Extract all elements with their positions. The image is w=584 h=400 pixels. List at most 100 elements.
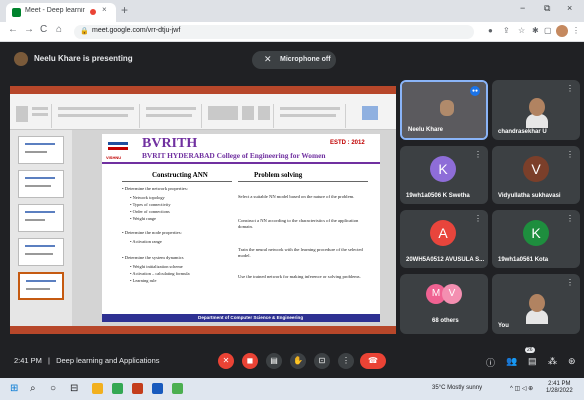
- more-options-icon[interactable]: ⋮: [474, 150, 482, 159]
- participant-tile[interactable]: V ⋮ Vidyullatha sukhavasi: [492, 146, 580, 204]
- more-options-icon[interactable]: ⋮: [566, 150, 574, 159]
- left-subbullet: • Weight range: [130, 216, 156, 221]
- participant-face: [440, 100, 454, 116]
- chat-icon[interactable]: ▤: [528, 356, 537, 367]
- home-button[interactable]: ⌂: [56, 24, 62, 35]
- app-icon[interactable]: [172, 383, 183, 394]
- left-subbullet: • Activation – calculating formula: [130, 271, 190, 276]
- left-heading: Constructing ANN: [152, 171, 208, 179]
- left-subbullet: • Activation range: [130, 239, 162, 244]
- file-explorer-icon[interactable]: [92, 383, 103, 394]
- more-options-icon[interactable]: ⋮: [566, 84, 574, 93]
- present-button[interactable]: ⊡: [314, 353, 330, 369]
- share-icon[interactable]: ⇪: [503, 26, 510, 35]
- sidebar-icon[interactable]: ▢: [544, 26, 552, 35]
- ppt-ribbon-group: [276, 104, 346, 128]
- more-options-button[interactable]: ⋮: [338, 353, 354, 369]
- slide-divider: [102, 162, 380, 164]
- left-subbullet: • Learning rule: [130, 278, 157, 283]
- ppt-ribbon-group: [142, 104, 202, 128]
- forward-button[interactable]: →: [24, 24, 34, 35]
- captions-button[interactable]: ▤: [266, 353, 282, 369]
- window-close-button[interactable]: ×: [567, 3, 572, 13]
- participant-avatar: V: [523, 156, 549, 182]
- window-restore-button[interactable]: ⧉: [544, 3, 550, 14]
- ppt-ribbon: [10, 94, 396, 130]
- people-icon[interactable]: 👥: [506, 356, 517, 367]
- participant-name: chandrasekhar U: [498, 129, 547, 135]
- taskbar-clock[interactable]: 2:41 PM 1/28/2022: [546, 381, 573, 395]
- widgets-icon[interactable]: ⊟: [70, 383, 78, 394]
- back-button[interactable]: ←: [8, 24, 18, 35]
- search-icon[interactable]: ⌕: [30, 383, 36, 394]
- extensions-icon[interactable]: ✱: [532, 26, 539, 35]
- participant-name: 20WH5A0512 AVUSULA S...: [406, 257, 485, 263]
- ppt-slide-thumbnails: [10, 130, 72, 326]
- left-subbullet: • Network topology: [130, 195, 165, 200]
- activities-icon[interactable]: ⁂: [548, 356, 557, 367]
- meeting-details-icon[interactable]: ⓘ: [486, 356, 495, 369]
- bookmark-icon[interactable]: ☆: [518, 26, 525, 35]
- chrome-icon[interactable]: [112, 383, 123, 394]
- right-paragraph: Use the trained network for making infer…: [238, 274, 361, 279]
- participant-avatar: K: [523, 220, 549, 246]
- left-subbullet: • Order of connections: [130, 209, 170, 214]
- participant-tile[interactable]: A ⋮ 20WH5A0512 AVUSULA S...: [400, 210, 488, 268]
- participant-tile[interactable]: K ⋮ 19wh1a0506 K Swetha: [400, 146, 488, 204]
- mic-toggle-button[interactable]: ✕: [218, 353, 234, 369]
- slide-thumbnail[interactable]: [18, 238, 64, 266]
- participant-tile[interactable]: ●● Neelu Khare: [400, 80, 488, 140]
- participant-avatar: A: [430, 220, 456, 246]
- others-tile[interactable]: M V 68 others: [400, 274, 488, 334]
- meeting-time: 2:41 PM: [14, 356, 42, 365]
- shared-screen: VISHNU BVRITH BVRIT HYDERABAD College of…: [10, 86, 396, 334]
- task-view-icon[interactable]: ○: [50, 383, 56, 394]
- system-tray-icons[interactable]: ^ ◫ ◁ ⊕: [510, 385, 533, 392]
- participant-name: Vidyullatha sukhavasi: [498, 193, 561, 199]
- self-tile[interactable]: ⋮ You: [492, 274, 580, 334]
- browser-tab-bar: Meet - Deep learning and × + − ⧉ ×: [0, 0, 584, 22]
- ppt-status-bar: [10, 326, 396, 334]
- address-bar-row: ← → C ⌂ 🔒 meet.google.com/vrr-dtju-jwf ●…: [0, 22, 584, 42]
- raise-hand-button[interactable]: ✋: [290, 353, 306, 369]
- slide-thumbnail-selected[interactable]: [18, 272, 64, 300]
- meeting-info: 2:41 PM | Deep learning and Applications: [14, 356, 160, 365]
- participant-tile[interactable]: K ⋮ 19wh1a0561 Kota: [492, 210, 580, 268]
- windows-start-icon[interactable]: ⊞: [10, 383, 18, 394]
- slide-thumbnail[interactable]: [18, 170, 64, 198]
- menu-icon[interactable]: ⋮: [572, 26, 580, 35]
- slide-footer-text: Department of Computer Science & Enginee…: [198, 315, 304, 320]
- right-heading: Problem solving: [254, 171, 303, 179]
- tab-close-icon[interactable]: ×: [102, 5, 107, 14]
- new-tab-button[interactable]: +: [121, 3, 128, 17]
- end-call-button[interactable]: ☎: [360, 353, 386, 369]
- profile-avatar[interactable]: [556, 25, 568, 37]
- camera-icon[interactable]: ●: [488, 26, 493, 35]
- powerpoint-icon[interactable]: [132, 383, 143, 394]
- others-count: 68 others: [432, 318, 459, 324]
- url-text: meet.google.com/vrr-dtju-jwf: [92, 27, 181, 34]
- camera-toggle-button[interactable]: ◼: [242, 353, 258, 369]
- slide-thumbnail[interactable]: [18, 136, 64, 164]
- clock-date: 1/28/2022: [546, 388, 573, 394]
- left-bullet: • Determine the node properties:: [122, 230, 182, 235]
- left-subbullet: • Types of connectivity: [130, 202, 171, 207]
- participant-tile[interactable]: ⋮ chandrasekhar U: [492, 80, 580, 140]
- speaking-icon: ●●: [470, 86, 480, 96]
- participant-avatar: K: [430, 156, 456, 182]
- slide-thumbnail[interactable]: [18, 204, 64, 232]
- ppt-title-bar: [10, 86, 396, 94]
- url-input[interactable]: 🔒 meet.google.com/vrr-dtju-jwf: [74, 25, 474, 39]
- left-heading-rule: [122, 181, 232, 182]
- more-options-icon[interactable]: ⋮: [566, 214, 574, 223]
- window-minimize-button[interactable]: −: [520, 3, 525, 13]
- more-options-icon[interactable]: ⋮: [566, 278, 574, 287]
- weather-widget[interactable]: 35°C Mostly sunny: [432, 385, 482, 391]
- slide-brand: BVRITH: [142, 136, 198, 151]
- more-options-icon[interactable]: ⋮: [474, 214, 482, 223]
- word-icon[interactable]: [152, 383, 163, 394]
- host-controls-icon[interactable]: ⊛: [568, 356, 576, 367]
- slide-college-name: BVRIT HYDERABAD College of Engineering f…: [142, 151, 326, 160]
- browser-tab[interactable]: Meet - Deep learning and ×: [6, 3, 116, 22]
- reload-button[interactable]: C: [40, 24, 47, 35]
